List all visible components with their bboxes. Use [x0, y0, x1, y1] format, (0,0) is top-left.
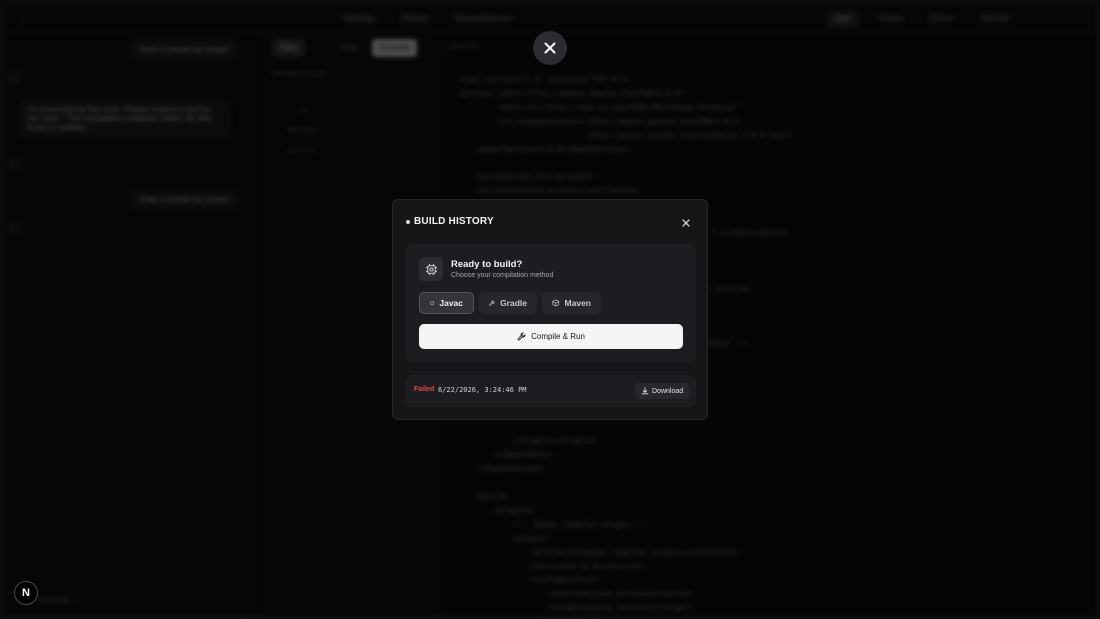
modal-close-button[interactable] — [679, 216, 693, 230]
card-subtitle: Choose your compilation method — [451, 272, 554, 279]
compile-run-button[interactable]: Compile & Run — [419, 324, 683, 349]
download-button[interactable]: Download — [635, 383, 690, 399]
close-overlay-button[interactable] — [533, 31, 567, 65]
method-label: Maven — [564, 298, 591, 308]
method-maven-button[interactable]: Maven — [542, 292, 601, 314]
method-gradle-button[interactable]: Gradle — [479, 292, 537, 314]
wrench-icon — [517, 332, 526, 341]
build-history-row: Failed 6/22/2026, 3:24:46 PM Download — [406, 375, 696, 407]
method-label: Gradle — [500, 298, 527, 308]
title-dot-icon — [406, 220, 410, 224]
close-icon — [544, 42, 556, 54]
avatar[interactable]: N — [14, 581, 38, 605]
circle-icon — [430, 301, 435, 305]
card-title: Ready to build? — [451, 259, 523, 270]
method-javac-button[interactable]: Javac — [419, 292, 474, 314]
package-icon — [552, 299, 560, 307]
avatar-letter: N — [22, 587, 30, 599]
download-icon — [641, 387, 649, 395]
build-timestamp: 6/22/2026, 3:24:46 PM — [438, 386, 527, 394]
download-label: Download — [652, 387, 684, 395]
compile-run-label: Compile & Run — [531, 332, 585, 341]
close-icon — [682, 219, 690, 227]
wrench-icon — [489, 300, 495, 306]
method-label: Javac — [439, 298, 463, 308]
status-badge: Failed — [414, 386, 435, 393]
build-card: Ready to build? Choose your compilation … — [406, 244, 696, 362]
modal-title: BUILD HISTORY — [414, 216, 494, 227]
cpu-icon — [419, 257, 443, 281]
build-history-modal: BUILD HISTORY Ready to build? Choose you… — [392, 199, 708, 420]
